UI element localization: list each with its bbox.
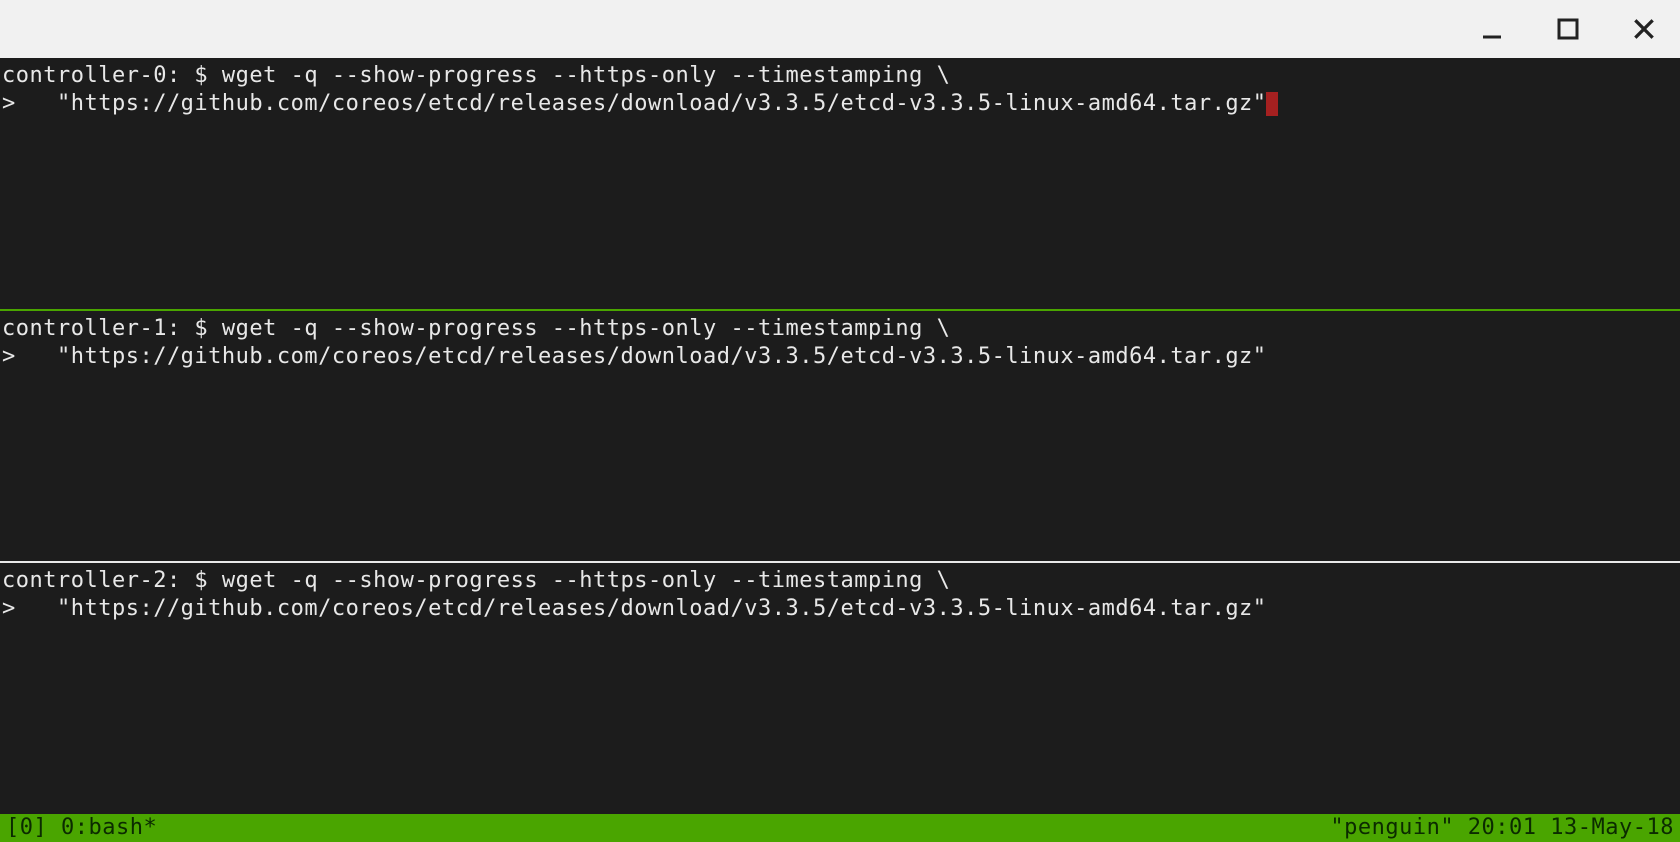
tmux-panes: controller-0: $ wget -q --show-progress … [0, 58, 1680, 814]
tmux-statusbar: [0] 0:bash* "penguin" 20:01 13-May-18 [0, 814, 1680, 842]
terminal-line: > "https://github.com/coreos/etcd/releas… [2, 596, 1267, 621]
minimize-icon [1480, 17, 1504, 41]
minimize-button[interactable] [1472, 9, 1512, 49]
terminal-line: controller-2: $ wget -q --show-progress … [2, 568, 950, 593]
tmux-pane-0[interactable]: controller-0: $ wget -q --show-progress … [0, 58, 1680, 309]
statusbar-right: "penguin" 20:01 13-May-18 [1330, 814, 1674, 842]
terminal-area[interactable]: controller-0: $ wget -q --show-progress … [0, 58, 1680, 842]
cursor-icon [1266, 92, 1278, 116]
window-titlebar [0, 0, 1680, 58]
close-icon [1631, 16, 1657, 42]
tmux-pane-1[interactable]: controller-1: $ wget -q --show-progress … [0, 311, 1680, 562]
statusbar-left: [0] 0:bash* [6, 814, 157, 842]
terminal-line: controller-0: $ wget -q --show-progress … [2, 63, 950, 88]
maximize-icon [1556, 17, 1580, 41]
maximize-button[interactable] [1548, 9, 1588, 49]
terminal-line: controller-1: $ wget -q --show-progress … [2, 316, 950, 341]
terminal-line: > "https://github.com/coreos/etcd/releas… [2, 344, 1267, 369]
close-button[interactable] [1624, 9, 1664, 49]
terminal-line: > "https://github.com/coreos/etcd/releas… [2, 91, 1267, 116]
tmux-pane-2[interactable]: controller-2: $ wget -q --show-progress … [0, 563, 1680, 814]
